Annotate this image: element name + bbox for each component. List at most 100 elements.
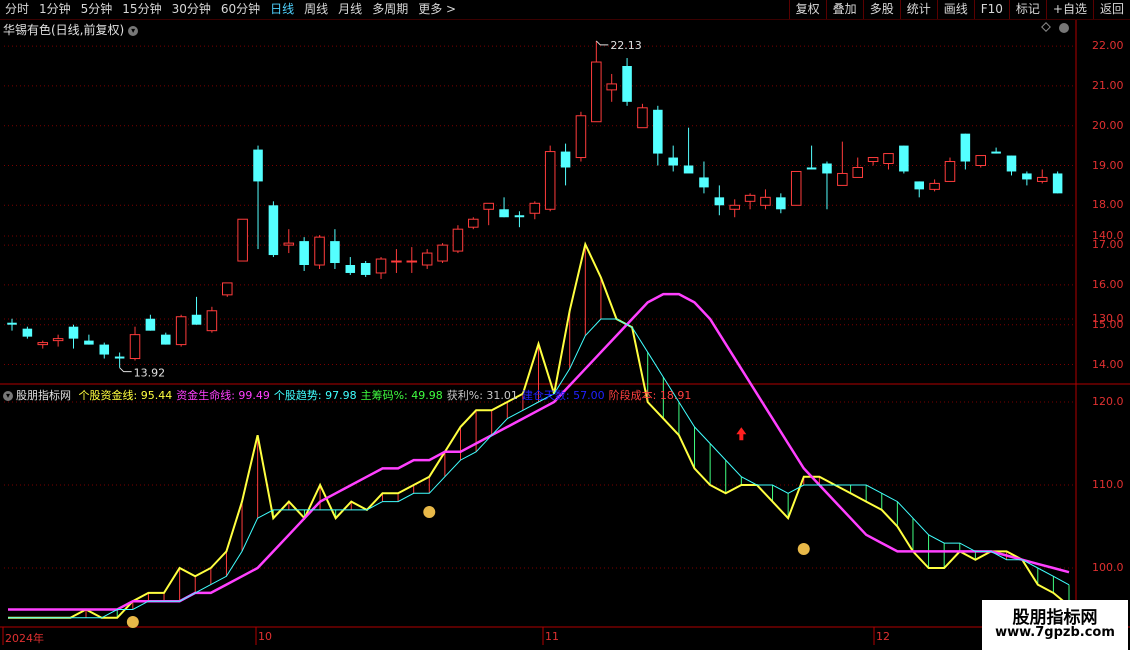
candle-body [714,197,725,206]
candle-body [852,166,863,178]
candle-body [99,344,110,355]
candle-body [391,260,402,263]
chevron-down-icon[interactable]: ▾ [3,391,13,401]
candle-body [330,241,340,264]
candle-body [52,338,64,342]
candle-body [468,218,479,228]
candle-body [914,181,924,190]
candle-body [222,282,233,296]
candle-body [1006,155,1017,172]
candle-body [1036,176,1048,182]
candle-body [760,196,771,206]
date-tick: 11 [545,630,559,643]
candle-body [529,202,541,214]
candle-body [514,215,525,218]
candle-body [206,310,218,332]
candle-body [699,177,709,188]
indicator-value: 建仓天数: 57.00 [521,389,605,402]
candle-body [437,244,448,262]
candle-body [129,334,141,360]
candle-body [84,340,94,345]
indicator-value: 个股资金线: 95.44 [78,389,173,402]
candle-body [883,153,894,165]
up-arrow-icon [736,427,747,441]
indicator-value: 主筹码%: 49.98 [360,389,443,402]
indicator-tick: 120.0 [1092,395,1124,408]
candle-body [822,163,832,174]
price-tick: 16.00 [1092,277,1124,291]
indicator-value: 个股趋势: 97.98 [273,389,357,402]
candle-body [929,182,940,190]
candle-body [253,149,263,182]
stock-chart: 22.13 13.92 [0,20,1130,645]
candle-body [575,115,587,159]
date-tick: 10 [258,630,272,643]
candle-body [483,202,494,210]
price-tick: 14.00 [1092,357,1124,371]
money-bag-icon [126,616,139,628]
indicator-value: 获利%: 31.01 [446,389,518,402]
candle-body [975,155,987,167]
date-tick: 12 [876,630,890,643]
candle-body [683,165,694,174]
candle-body [175,316,187,346]
candle-body [560,151,571,168]
price-tick: 20.00 [1092,118,1124,132]
candle-body [653,109,663,154]
candle-body [744,194,756,202]
indicator-tick: 140.0 [1092,229,1124,242]
watermark-url: www.7gpzb.com [995,625,1115,640]
candle-body [375,258,387,274]
candle-body [1022,173,1032,180]
candle-body [837,172,848,186]
candle-body [237,218,248,262]
candle-body [268,205,279,256]
candle-body [22,328,33,337]
indicator-tick: 130.0 [1092,312,1124,325]
candle-body [114,356,125,359]
candle-body [37,342,49,346]
candle-body [622,66,632,102]
money-bag-icon [423,506,436,518]
high-marker [595,40,609,46]
high-price-label: 22.13 [610,39,642,52]
chevron-down-icon[interactable]: ▾ [128,25,139,36]
candle-body [944,161,956,182]
candle-body [360,263,371,275]
indicator-line [8,241,1070,619]
candle-body [729,204,740,210]
candle-body [68,326,79,339]
indicator-value: 阶段成本: 18.91 [608,389,692,402]
candle-body [299,241,309,265]
candle-body [991,151,1001,154]
low-price-label: 13.92 [134,367,166,380]
candle-body [1052,173,1063,194]
indicator-value: 资金生命线: 99.49 [176,389,270,402]
candle-body [790,170,802,206]
main-chart-title: 华锡有色(日线,前复权) ▾ [3,21,139,38]
candle-body [345,265,356,273]
candle-body [7,322,17,325]
diamond-icon [1041,22,1051,32]
low-marker [119,367,132,373]
candle-body [591,61,602,123]
money-bag-icon [797,543,810,555]
candle-body [899,145,909,172]
candle-body [161,334,171,345]
candle-body [637,107,648,129]
candle-body [314,236,325,266]
indicator-tick: 100.0 [1092,561,1124,574]
chevron-down-icon [1059,23,1069,33]
candle-body [867,157,879,163]
candle-body [606,83,617,91]
watermark: 股朋指标网 www.7gpzb.com [982,600,1128,650]
price-tick: 18.00 [1092,198,1124,212]
candle-body [145,318,156,331]
candle-body [283,242,295,246]
candle-body [806,167,817,170]
price-tick: 22.00 [1092,39,1124,53]
candle-body [406,260,418,263]
stock-title: 华锡有色(日线,前复权) [3,23,125,37]
candle-body [499,209,509,218]
date-tick: 2024年 [5,632,44,645]
